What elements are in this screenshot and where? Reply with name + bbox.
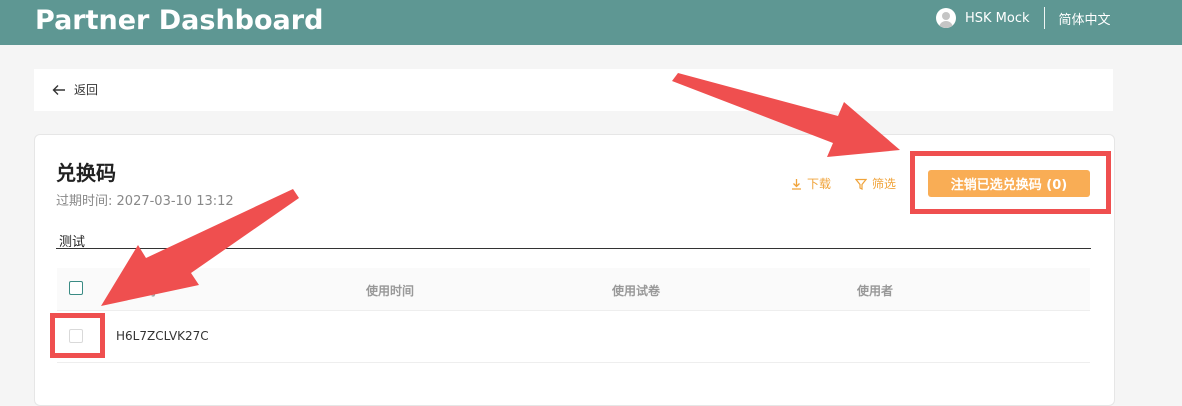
header-divider [1043,7,1045,29]
column-header-code: 兑换码 [120,284,157,298]
user-avatar-icon[interactable] [936,8,956,28]
table-header: 兑换码 使用时间 使用试卷 使用者 [57,268,1090,311]
filter-button[interactable]: 筛选 [855,175,896,192]
download-label: 下载 [807,177,832,191]
table-row: H6L7ZCLVK27C [57,311,1090,363]
column-header-user: 使用者 [857,284,894,298]
row-checkbox[interactable] [69,329,83,343]
top-bar: Partner Dashboard HSK Mock 简体中文 [0,0,1182,45]
cancel-selected-codes-button[interactable]: 注销已选兑换码 (0) [928,170,1090,197]
tab-bar: 测试 [56,231,1091,250]
expire-value: 2027-03-10 13:12 [116,194,234,209]
expire-time: 过期时间: 2027-03-10 13:12 [56,190,234,209]
filter-icon [855,178,867,190]
page-title: 兑换码 [56,161,116,185]
back-label: 返回 [74,83,99,97]
cell-code: H6L7ZCLVK27C [116,329,209,343]
expire-label: 过期时间: [56,194,113,209]
select-all-checkbox[interactable] [69,281,83,295]
filter-label: 筛选 [872,177,897,191]
app-title: Partner Dashboard [35,5,324,36]
language-switch[interactable]: 简体中文 [1059,9,1111,28]
arrow-left-icon [52,84,65,95]
back-bar: 返回 [34,69,1113,111]
tab-test[interactable]: 测试 [59,231,85,250]
user-area: HSK Mock 简体中文 [936,6,1111,30]
download-button[interactable]: 下载 [791,175,831,192]
download-icon [792,178,801,190]
column-header-used-paper: 使用试卷 [612,284,661,298]
redeem-code-card: 兑换码 过期时间: 2027-03-10 13:12 下载 筛选 注销已选兑换码… [34,134,1115,406]
column-header-used-time: 使用时间 [366,284,415,298]
back-button[interactable]: 返回 [52,81,98,98]
user-name[interactable]: HSK Mock [965,11,1030,26]
